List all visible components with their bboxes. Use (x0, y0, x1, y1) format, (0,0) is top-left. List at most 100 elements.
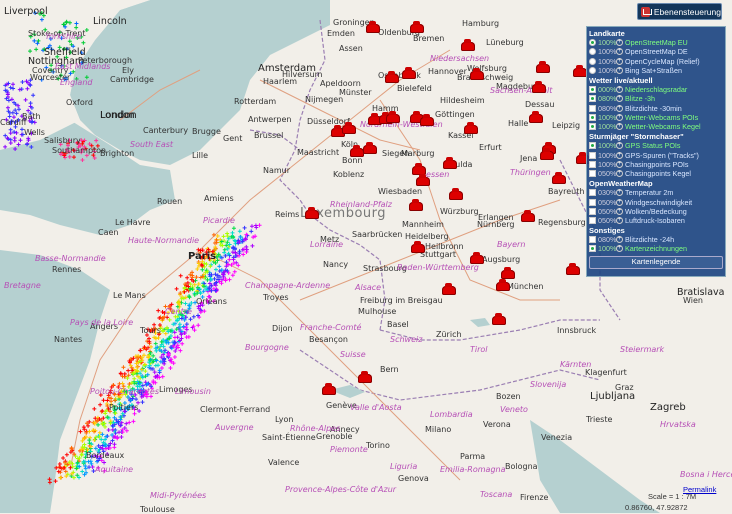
layer-radio[interactable] (589, 66, 596, 74)
webcam-marker-icon[interactable] (521, 210, 535, 222)
layer-checkbox[interactable] (589, 151, 596, 159)
layer-opacity: 080% (598, 103, 617, 113)
layer-row[interactable]: 100% + OpenCycleMap (Relief) (589, 57, 723, 66)
layer-control-button[interactable]: Ebenensteuerung (637, 3, 722, 20)
webcam-marker-icon[interactable] (442, 283, 456, 295)
opacity-adjust-icon[interactable]: + (616, 48, 623, 56)
layer-row[interactable]: 100% + GPS Status POIs (589, 141, 723, 150)
webcam-marker-icon[interactable] (420, 114, 434, 126)
webcam-marker-icon[interactable] (566, 263, 580, 275)
webcam-marker-icon[interactable] (402, 67, 416, 79)
layer-row[interactable]: 080% + Blitzdichte -30min (589, 104, 723, 113)
region-label: Baden-Württemberg (397, 263, 479, 272)
webcam-marker-icon[interactable] (409, 199, 423, 211)
opacity-adjust-icon[interactable]: + (616, 142, 623, 150)
webcam-marker-icon[interactable] (416, 174, 430, 186)
layer-checkbox[interactable] (589, 207, 596, 215)
webcam-marker-icon[interactable] (386, 111, 400, 123)
place-label: Rotterdam (234, 97, 277, 106)
webcam-marker-icon[interactable] (322, 383, 336, 395)
layer-row[interactable]: 100% + Wetter-Webcams POIs (589, 113, 723, 122)
webcam-marker-icon[interactable] (464, 122, 478, 134)
opacity-adjust-icon[interactable]: + (616, 151, 623, 159)
layer-radio[interactable] (589, 39, 596, 47)
layer-row[interactable]: 100% + Chasingpoints POIs (589, 160, 723, 169)
webcam-marker-icon[interactable] (410, 21, 424, 33)
webcam-marker-icon[interactable] (536, 61, 550, 73)
layer-checkbox[interactable] (589, 95, 596, 103)
layer-checkbox[interactable] (589, 189, 596, 197)
webcam-marker-icon[interactable] (363, 142, 377, 154)
webcam-marker-icon[interactable] (358, 371, 372, 383)
layer-row[interactable]: 080% + Blitze -3h (589, 94, 723, 103)
webcam-marker-icon[interactable] (492, 313, 506, 325)
webcam-marker-icon[interactable] (552, 172, 566, 184)
opacity-adjust-icon[interactable]: + (616, 95, 623, 103)
opacity-adjust-icon[interactable]: + (616, 169, 623, 177)
webcam-marker-icon[interactable] (501, 267, 515, 279)
layer-checkbox[interactable] (589, 245, 596, 253)
layer-row[interactable]: 050% + Windgeschwindigkeit (589, 197, 723, 207)
webcam-marker-icon[interactable] (529, 111, 543, 123)
opacity-adjust-icon[interactable]: + (616, 113, 623, 121)
layer-checkbox[interactable] (589, 123, 596, 130)
webcam-marker-icon[interactable] (573, 65, 587, 77)
layer-row[interactable]: 050% + Luftdruck-Isobaren (589, 216, 723, 225)
opacity-adjust-icon[interactable]: + (616, 189, 623, 197)
layer-checkbox[interactable] (589, 113, 596, 121)
layer-checkbox[interactable] (589, 236, 596, 244)
layer-row[interactable]: 100% + Kartenzeichnungen (589, 244, 723, 253)
layer-radio[interactable] (589, 48, 596, 56)
layer-checkbox[interactable] (589, 86, 596, 94)
layer-checkbox[interactable] (589, 104, 596, 112)
webcam-marker-icon[interactable] (532, 81, 546, 93)
layer-row[interactable]: 100% + Wetter-Webcams Kegel (589, 122, 723, 131)
layer-row[interactable]: 100% + OpenStreetMap DE (589, 47, 723, 56)
layer-radio[interactable] (589, 57, 596, 65)
layer-row[interactable]: 030% + Temperatur 2m (589, 188, 723, 197)
layer-checkbox[interactable] (589, 160, 596, 168)
country-label: Zagreb (650, 402, 686, 413)
webcam-marker-icon[interactable] (470, 68, 484, 80)
layer-checkbox[interactable] (589, 169, 596, 177)
layer-row[interactable]: 100% + Bing Sat+Straßen (589, 66, 723, 75)
layer-row[interactable]: 000% + Niederschlagsradar (589, 85, 723, 94)
map-legend-button[interactable]: Kartenlegende (589, 255, 723, 269)
opacity-adjust-icon[interactable]: + (616, 207, 623, 215)
layer-row[interactable]: 050% + Chasingpoints Kegel (589, 169, 723, 178)
webcam-marker-icon[interactable] (496, 279, 510, 291)
webcam-marker-icon[interactable] (411, 241, 425, 253)
webcam-marker-icon[interactable] (470, 252, 484, 264)
opacity-adjust-icon[interactable]: + (616, 236, 623, 244)
webcam-marker-icon[interactable] (449, 188, 463, 200)
layer-row[interactable]: 100% + OpenStreetMap EU (589, 38, 723, 47)
opacity-adjust-icon[interactable]: + (616, 66, 623, 74)
webcam-marker-icon[interactable] (385, 71, 399, 83)
opacity-adjust-icon[interactable]: + (616, 160, 623, 168)
opacity-adjust-icon[interactable]: + (616, 198, 623, 206)
layer-row[interactable]: 080% + Blitzdichte -24h (589, 235, 723, 244)
layer-label: OpenStreetMap EU (625, 38, 688, 48)
opacity-adjust-icon[interactable]: + (616, 86, 623, 94)
opacity-adjust-icon[interactable]: + (616, 216, 623, 224)
layer-checkbox[interactable] (589, 216, 596, 224)
layer-checkbox[interactable] (589, 142, 596, 150)
opacity-adjust-icon[interactable]: + (616, 123, 623, 130)
permalink-link[interactable]: Permalink (683, 485, 716, 494)
webcam-marker-icon[interactable] (342, 122, 356, 134)
place-label: Bayreuth (548, 187, 585, 196)
webcam-marker-icon[interactable] (540, 148, 554, 160)
webcam-marker-icon[interactable] (443, 157, 457, 169)
opacity-adjust-icon[interactable]: + (616, 245, 623, 253)
layer-opacity: 080% (598, 94, 617, 104)
layer-row[interactable]: 100% + GPS-Spuren ("Tracks") (589, 150, 723, 160)
layer-row[interactable]: 050% + Wolken/Bedeckung (589, 207, 723, 216)
webcam-marker-icon[interactable] (350, 145, 364, 157)
webcam-marker-icon[interactable] (366, 21, 380, 33)
layer-checkbox[interactable] (589, 198, 596, 206)
opacity-adjust-icon[interactable]: + (616, 39, 623, 47)
webcam-marker-icon[interactable] (305, 207, 319, 219)
opacity-adjust-icon[interactable]: + (616, 57, 623, 65)
webcam-marker-icon[interactable] (461, 39, 475, 51)
opacity-adjust-icon[interactable]: + (616, 104, 623, 112)
